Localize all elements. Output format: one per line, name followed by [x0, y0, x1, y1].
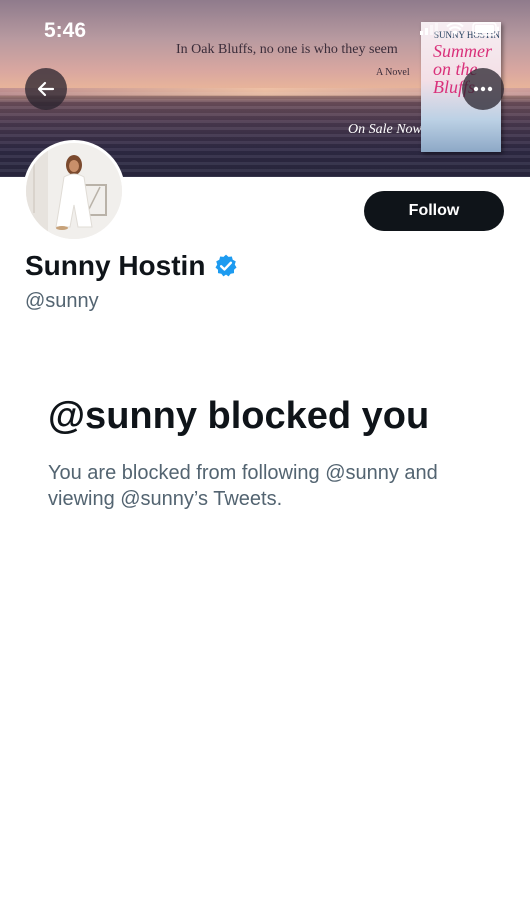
- status-time: 5:46: [44, 19, 87, 42]
- banner-tagline: In Oak Bluffs, no one is who they seem: [176, 42, 398, 57]
- banner-novel-label: A Novel: [376, 67, 410, 78]
- status-icons: [420, 22, 500, 36]
- verified-badge-icon: [215, 254, 237, 277]
- more-options-button[interactable]: [462, 68, 504, 110]
- signal-icon: [420, 23, 438, 35]
- back-button[interactable]: [25, 68, 67, 110]
- arrow-left-icon: [37, 81, 55, 97]
- profile-name-row: Sunny Hostin: [25, 250, 239, 282]
- ellipsis-icon: [473, 86, 493, 92]
- display-name: Sunny Hostin: [25, 250, 206, 281]
- avatar[interactable]: [23, 140, 125, 242]
- follow-button[interactable]: Follow: [364, 191, 504, 231]
- banner-on-sale: On Sale Now: [348, 122, 422, 137]
- battery-icon: [472, 22, 499, 36]
- blocked-description: You are blocked from following @sunny an…: [48, 462, 438, 510]
- wifi-icon: [446, 22, 464, 35]
- blocked-title: @sunny blocked you: [48, 395, 430, 437]
- handle: @sunny: [25, 290, 99, 312]
- avatar-photo: [26, 143, 122, 239]
